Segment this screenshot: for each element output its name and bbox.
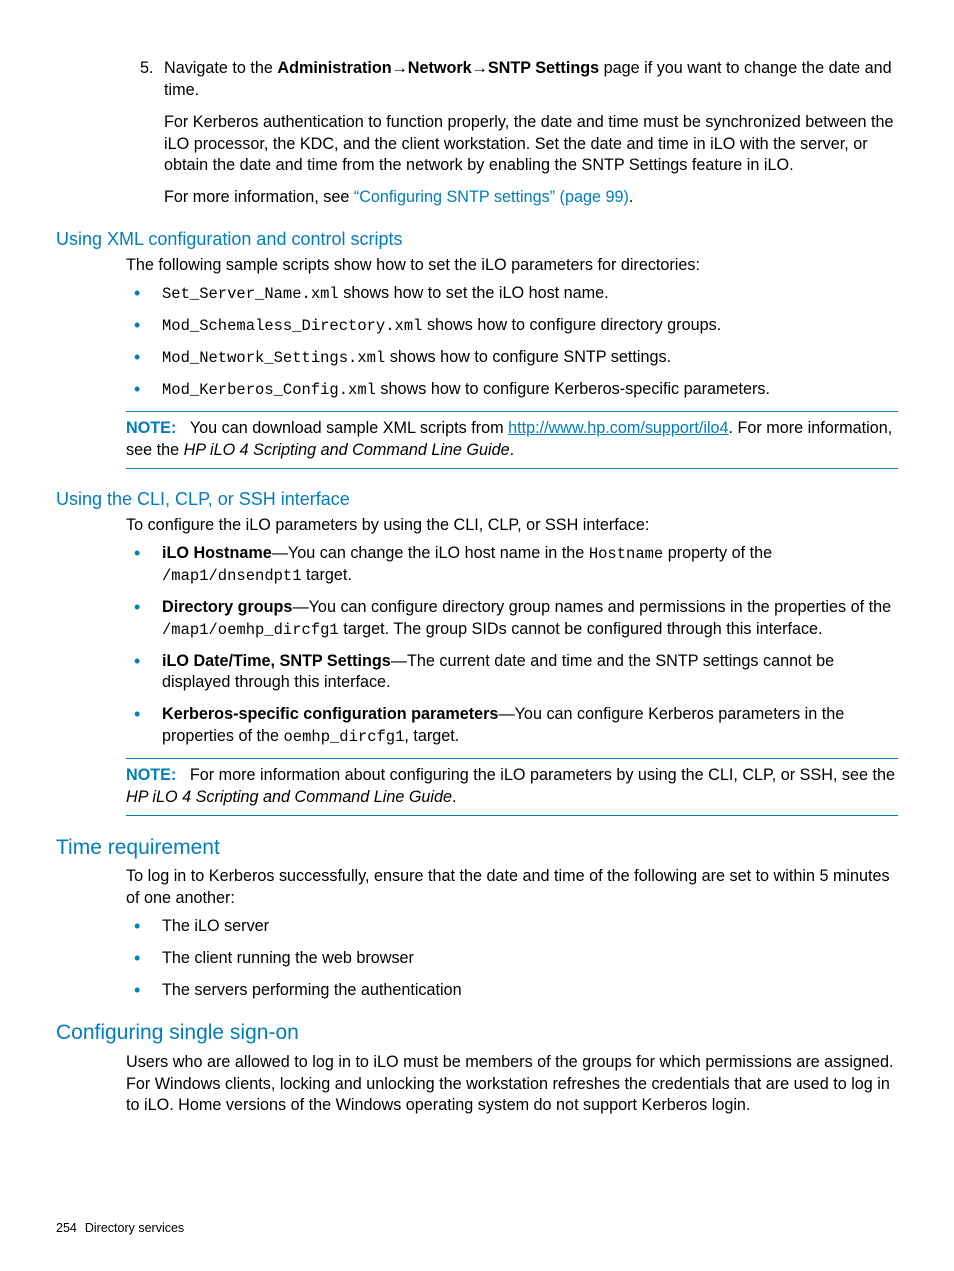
- note-label: NOTE:: [126, 419, 176, 437]
- text: .: [452, 788, 457, 806]
- term: iLO Hostname: [162, 544, 272, 562]
- note-cli: NOTE: For more information about configu…: [126, 758, 898, 816]
- text: You can download sample XML scripts from: [190, 419, 508, 437]
- time-intro: To log in to Kerberos successfully, ensu…: [126, 866, 898, 910]
- list-item: iLO Hostname—You can change the iLO host…: [162, 543, 898, 587]
- list-item: Mod_Network_Settings.xml shows how to co…: [162, 347, 898, 369]
- code: Mod_Schemaless_Directory.xml: [162, 317, 422, 335]
- term: Directory groups: [162, 598, 292, 616]
- sso-body: Users who are allowed to log in to iLO m…: [126, 1052, 898, 1118]
- nav-admin: Administration: [277, 59, 391, 77]
- list-item: Kerberos-specific configuration paramete…: [162, 704, 898, 748]
- code: Mod_Kerberos_Config.xml: [162, 381, 376, 399]
- doc-title: HP iLO 4 Scripting and Command Line Guid…: [184, 441, 510, 459]
- note-xml: NOTE: You can download sample XML script…: [126, 411, 898, 469]
- term: iLO Date/Time, SNTP Settings: [162, 652, 391, 670]
- text: .: [510, 441, 515, 459]
- text: Navigate to the: [164, 59, 277, 77]
- text: shows how to configure directory groups.: [422, 316, 721, 334]
- heading-time-requirement: Time requirement: [56, 834, 898, 862]
- list-item: iLO Date/Time, SNTP Settings—The current…: [162, 651, 898, 695]
- heading-sso: Configuring single sign-on: [56, 1019, 898, 1047]
- nav-network: Network: [408, 59, 472, 77]
- code: oemhp_dircfg1: [283, 728, 404, 746]
- code: Mod_Network_Settings.xml: [162, 349, 385, 367]
- xml-intro: The following sample scripts show how to…: [126, 255, 898, 277]
- step5-para2: For Kerberos authentication to function …: [164, 112, 898, 178]
- xref-sntp[interactable]: “Configuring SNTP settings” (page 99): [354, 188, 629, 206]
- step5-line1: Navigate to the Administration→Network→S…: [164, 58, 898, 102]
- step-number: 5.: [140, 58, 154, 80]
- code: /map1/dnsendpt1: [162, 567, 302, 585]
- step5-para3: For more information, see “Configuring S…: [164, 187, 898, 209]
- text: shows how to configure Kerberos-specific…: [376, 380, 770, 398]
- page-number: 254: [56, 1221, 77, 1235]
- cli-intro: To configure the iLO parameters by using…: [126, 515, 898, 537]
- text: For more information, see: [164, 188, 354, 206]
- cli-list: iLO Hostname—You can change the iLO host…: [56, 543, 898, 748]
- doc-title: HP iLO 4 Scripting and Command Line Guid…: [126, 788, 452, 806]
- list-item: Mod_Schemaless_Directory.xml shows how t…: [162, 315, 898, 337]
- list-item: Set_Server_Name.xml shows how to set the…: [162, 283, 898, 305]
- step-5: 5. Navigate to the Administration→Networ…: [164, 58, 898, 209]
- list-item: The servers performing the authenticatio…: [162, 980, 898, 1002]
- list-item: The iLO server: [162, 916, 898, 938]
- nav-sntp: SNTP Settings: [488, 59, 599, 77]
- page-footer: 254 Directory services: [56, 1220, 184, 1237]
- list-item: Directory groups—You can configure direc…: [162, 597, 898, 641]
- text: target. The group SIDs cannot be configu…: [339, 620, 823, 638]
- xml-script-list: Set_Server_Name.xml shows how to set the…: [56, 283, 898, 401]
- text: property of the: [663, 544, 772, 562]
- arrow-icon: →: [392, 59, 408, 77]
- list-item: The client running the web browser: [162, 948, 898, 970]
- footer-section: Directory services: [85, 1221, 184, 1235]
- text: —You can configure directory group names…: [292, 598, 891, 616]
- code: Set_Server_Name.xml: [162, 285, 339, 303]
- text: .: [629, 188, 634, 206]
- text: For more information about configuring t…: [190, 766, 895, 784]
- heading-xml-scripts: Using XML configuration and control scri…: [56, 227, 898, 251]
- term: Kerberos-specific configuration paramete…: [162, 705, 498, 723]
- heading-cli: Using the CLI, CLP, or SSH interface: [56, 487, 898, 511]
- arrow-icon: →: [472, 59, 488, 77]
- time-list: The iLO server The client running the we…: [56, 916, 898, 1002]
- code: Hostname: [589, 545, 663, 563]
- text: , target.: [404, 727, 459, 745]
- list-item: Mod_Kerberos_Config.xml shows how to con…: [162, 379, 898, 401]
- note-label: NOTE:: [126, 766, 176, 784]
- text: —You can change the iLO host name in the: [272, 544, 589, 562]
- code: /map1/oemhp_dircfg1: [162, 621, 339, 639]
- link-hp-support[interactable]: http://www.hp.com/support/ilo4: [508, 419, 728, 437]
- text: shows how to set the iLO host name.: [339, 284, 609, 302]
- text: target.: [302, 566, 352, 584]
- text: shows how to configure SNTP settings.: [385, 348, 671, 366]
